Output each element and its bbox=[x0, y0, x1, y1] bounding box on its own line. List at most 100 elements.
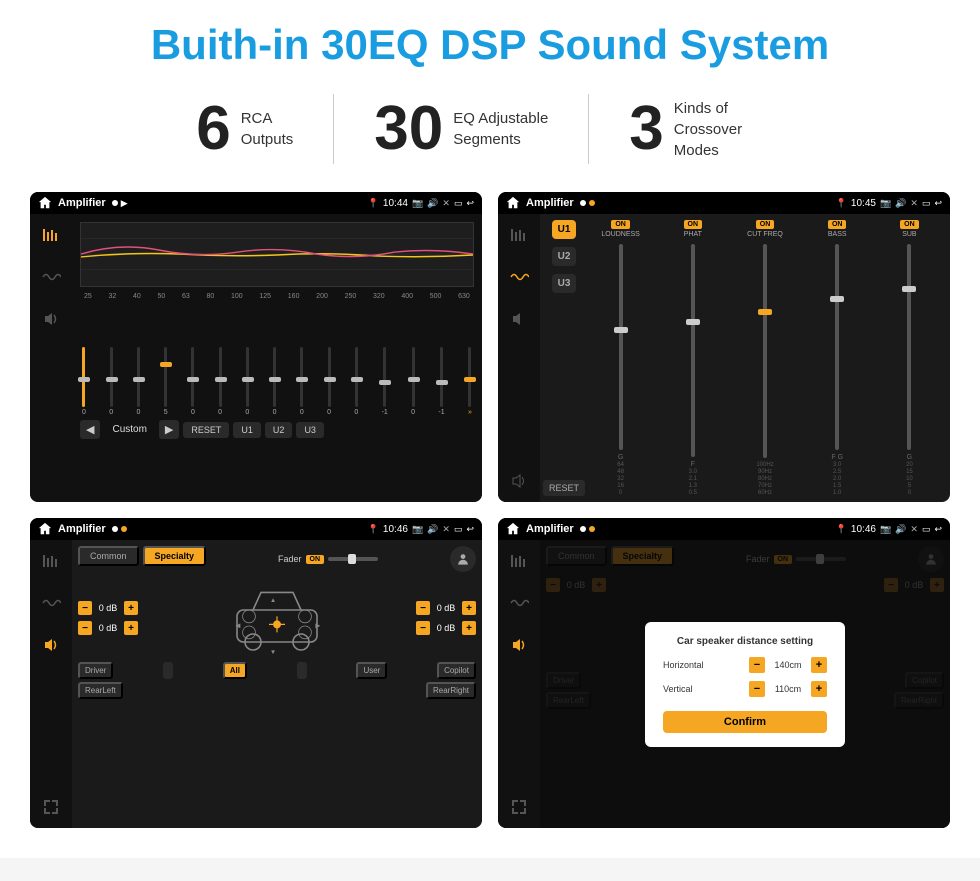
cross-nav-vol[interactable] bbox=[506, 468, 532, 494]
tab-common[interactable]: Common bbox=[78, 546, 139, 566]
eq-nav-wave[interactable] bbox=[38, 264, 64, 290]
fader-status-right: 📍 10:46 📷 🔊 ✕ ▭ ↩ bbox=[368, 524, 474, 535]
front-right-minus[interactable]: − bbox=[416, 601, 430, 615]
eq-freq-labels: 25 32 40 50 63 80 100 125 160 200 250 32… bbox=[80, 293, 474, 300]
front-left-plus[interactable]: + bbox=[124, 601, 138, 615]
dialog-nav-eq[interactable] bbox=[506, 548, 532, 574]
rect-icon: ▭ bbox=[454, 198, 463, 209]
eq-reset-btn[interactable]: RESET bbox=[183, 422, 229, 438]
dialog-horizontal-minus[interactable]: − bbox=[749, 657, 765, 673]
cutfreq-60hz: 60Hz bbox=[758, 490, 772, 496]
eq-status-bar: Amplifier ▶ 📍 10:44 📷 🔊 ✕ ▭ ↩ bbox=[30, 192, 482, 214]
cross-ch-loudness: ON LOUDNESS G 64 48 32 16 bbox=[586, 220, 655, 496]
loudness-on-badge[interactable]: ON bbox=[611, 220, 630, 229]
copilot-btn[interactable]: Copilot bbox=[437, 662, 476, 679]
fader-nav-eq[interactable] bbox=[38, 548, 64, 574]
fader-track[interactable] bbox=[328, 557, 378, 561]
fader-nav-wave[interactable] bbox=[38, 590, 64, 616]
cross-u1-btn[interactable]: U1 bbox=[552, 220, 577, 239]
bass-3-0: 3.0 bbox=[833, 462, 841, 468]
stat-crossover-text: Kinds ofCrossover Modes bbox=[674, 98, 784, 161]
sub-slider[interactable] bbox=[907, 244, 911, 450]
dialog-time: 10:46 bbox=[851, 524, 876, 535]
eq-nav-speaker[interactable] bbox=[38, 306, 64, 332]
user-btn[interactable]: User bbox=[356, 662, 387, 679]
all-btn[interactable]: All bbox=[223, 662, 247, 679]
loudness-slider[interactable] bbox=[619, 244, 623, 450]
dialog-vertical-minus[interactable]: − bbox=[749, 681, 765, 697]
cross-back-icon: ↩ bbox=[934, 198, 942, 209]
eq-nav-eq[interactable] bbox=[38, 222, 64, 248]
eq-u3-btn[interactable]: U3 bbox=[296, 422, 324, 438]
sub-label: SUB bbox=[902, 231, 916, 238]
eq-next-btn[interactable]: ▶ bbox=[159, 420, 179, 439]
rearright-btn[interactable]: RearRight bbox=[426, 682, 476, 699]
screenshots-grid: Amplifier ▶ 📍 10:44 📷 🔊 ✕ ▭ ↩ bbox=[30, 192, 950, 828]
bass-slider[interactable] bbox=[835, 244, 839, 450]
dialog-nav-wave[interactable] bbox=[506, 590, 532, 616]
cross-cam-icon: 📷 bbox=[880, 198, 891, 209]
rear-left-value: 0 dB bbox=[94, 623, 122, 633]
main-title: Buith-in 30EQ DSP Sound System bbox=[30, 20, 950, 70]
cross-nav-wave[interactable] bbox=[506, 264, 532, 290]
front-left-minus[interactable]: − bbox=[78, 601, 92, 615]
dialog-confirm-btn[interactable]: Confirm bbox=[663, 711, 827, 733]
fader-nav-expand[interactable] bbox=[38, 794, 64, 820]
cross-reset-btn[interactable]: RESET bbox=[543, 480, 585, 496]
cross-status-bar: Amplifier 📍 10:45 📷 🔊 ✕ ▭ ↩ bbox=[498, 192, 950, 214]
dialog-back-icon: ↩ bbox=[934, 524, 942, 535]
rear-left-minus[interactable]: − bbox=[78, 621, 92, 635]
stat-rca: 6 RCAOutputs bbox=[156, 98, 333, 160]
sub-on-badge[interactable]: ON bbox=[900, 220, 919, 229]
stat-eq: 30 EQ AdjustableSegments bbox=[334, 98, 588, 160]
eq-prev-btn[interactable]: ◀ bbox=[80, 420, 100, 439]
cutfreq-slider[interactable] bbox=[763, 244, 767, 458]
cross-screen-body: U1 U2 U3 RESET ON LOUDNESS bbox=[498, 214, 950, 502]
bass-on-badge[interactable]: ON bbox=[828, 220, 847, 229]
fader-screen-card: Amplifier 📍 10:46 📷 🔊 ✕ ▭ ↩ bbox=[30, 518, 482, 828]
rear-right-value: 0 dB bbox=[432, 623, 460, 633]
driver-btn[interactable]: Driver bbox=[78, 662, 113, 679]
front-right-plus[interactable]: + bbox=[462, 601, 476, 615]
svg-text:▼: ▼ bbox=[270, 649, 276, 656]
eq-u2-btn[interactable]: U2 bbox=[265, 422, 293, 438]
cross-u3-btn[interactable]: U3 bbox=[552, 274, 577, 293]
cross-rect-icon: ▭ bbox=[922, 198, 931, 209]
cross-u2-btn[interactable]: U2 bbox=[552, 247, 577, 266]
svg-text:▶: ▶ bbox=[315, 623, 320, 630]
dialog-horizontal-plus[interactable]: + bbox=[811, 657, 827, 673]
dialog-horizontal-label: Horizontal bbox=[663, 660, 718, 670]
eq-u1-btn[interactable]: U1 bbox=[233, 422, 261, 438]
dialog-home-icon bbox=[506, 522, 520, 536]
bass-label: BASS bbox=[828, 231, 847, 238]
dialog-nav-speaker[interactable] bbox=[506, 632, 532, 658]
phat-slider[interactable] bbox=[691, 244, 695, 457]
dialog-screen-card: Amplifier 📍 10:46 📷 🔊 ✕ ▭ ↩ bbox=[498, 518, 950, 828]
cross-nav-eq[interactable] bbox=[506, 222, 532, 248]
freq-32: 32 bbox=[109, 293, 117, 300]
cross-nav-speaker[interactable] bbox=[506, 306, 532, 332]
cutfreq-80hz: 80Hz bbox=[758, 476, 772, 482]
car-icon: ▲ ▼ ◀ ▶ bbox=[227, 578, 327, 658]
rear-right-minus[interactable]: − bbox=[416, 621, 430, 635]
dialog-vertical-control: − 110cm + bbox=[749, 681, 827, 697]
cross-status-left: Amplifier bbox=[506, 196, 595, 210]
freq-40: 40 bbox=[133, 293, 141, 300]
volume-icon: 🔊 bbox=[427, 198, 438, 209]
dialog-nav-expand[interactable] bbox=[506, 794, 532, 820]
fader-nav-speaker[interactable] bbox=[38, 632, 64, 658]
front-right-db: − 0 dB + bbox=[416, 601, 476, 615]
rear-left-plus[interactable]: + bbox=[124, 621, 138, 635]
phat-on-badge[interactable]: ON bbox=[684, 220, 703, 229]
speaker-right-col: − 0 dB + − 0 dB + bbox=[408, 601, 476, 635]
cross-u-col: U1 U2 U3 RESET bbox=[546, 220, 582, 496]
dialog-vertical-plus[interactable]: + bbox=[811, 681, 827, 697]
fader-thumb bbox=[348, 554, 356, 564]
eq-bottom-nav: ◀ Custom ▶ RESET U1 U2 U3 bbox=[80, 420, 474, 439]
rearleft-btn[interactable]: RearLeft bbox=[78, 682, 123, 699]
dialog-dot-icon bbox=[580, 526, 586, 532]
cutfreq-on-badge[interactable]: ON bbox=[756, 220, 775, 229]
rear-right-plus[interactable]: + bbox=[462, 621, 476, 635]
eq-graph bbox=[80, 222, 474, 287]
tab-specialty[interactable]: Specialty bbox=[143, 546, 207, 566]
